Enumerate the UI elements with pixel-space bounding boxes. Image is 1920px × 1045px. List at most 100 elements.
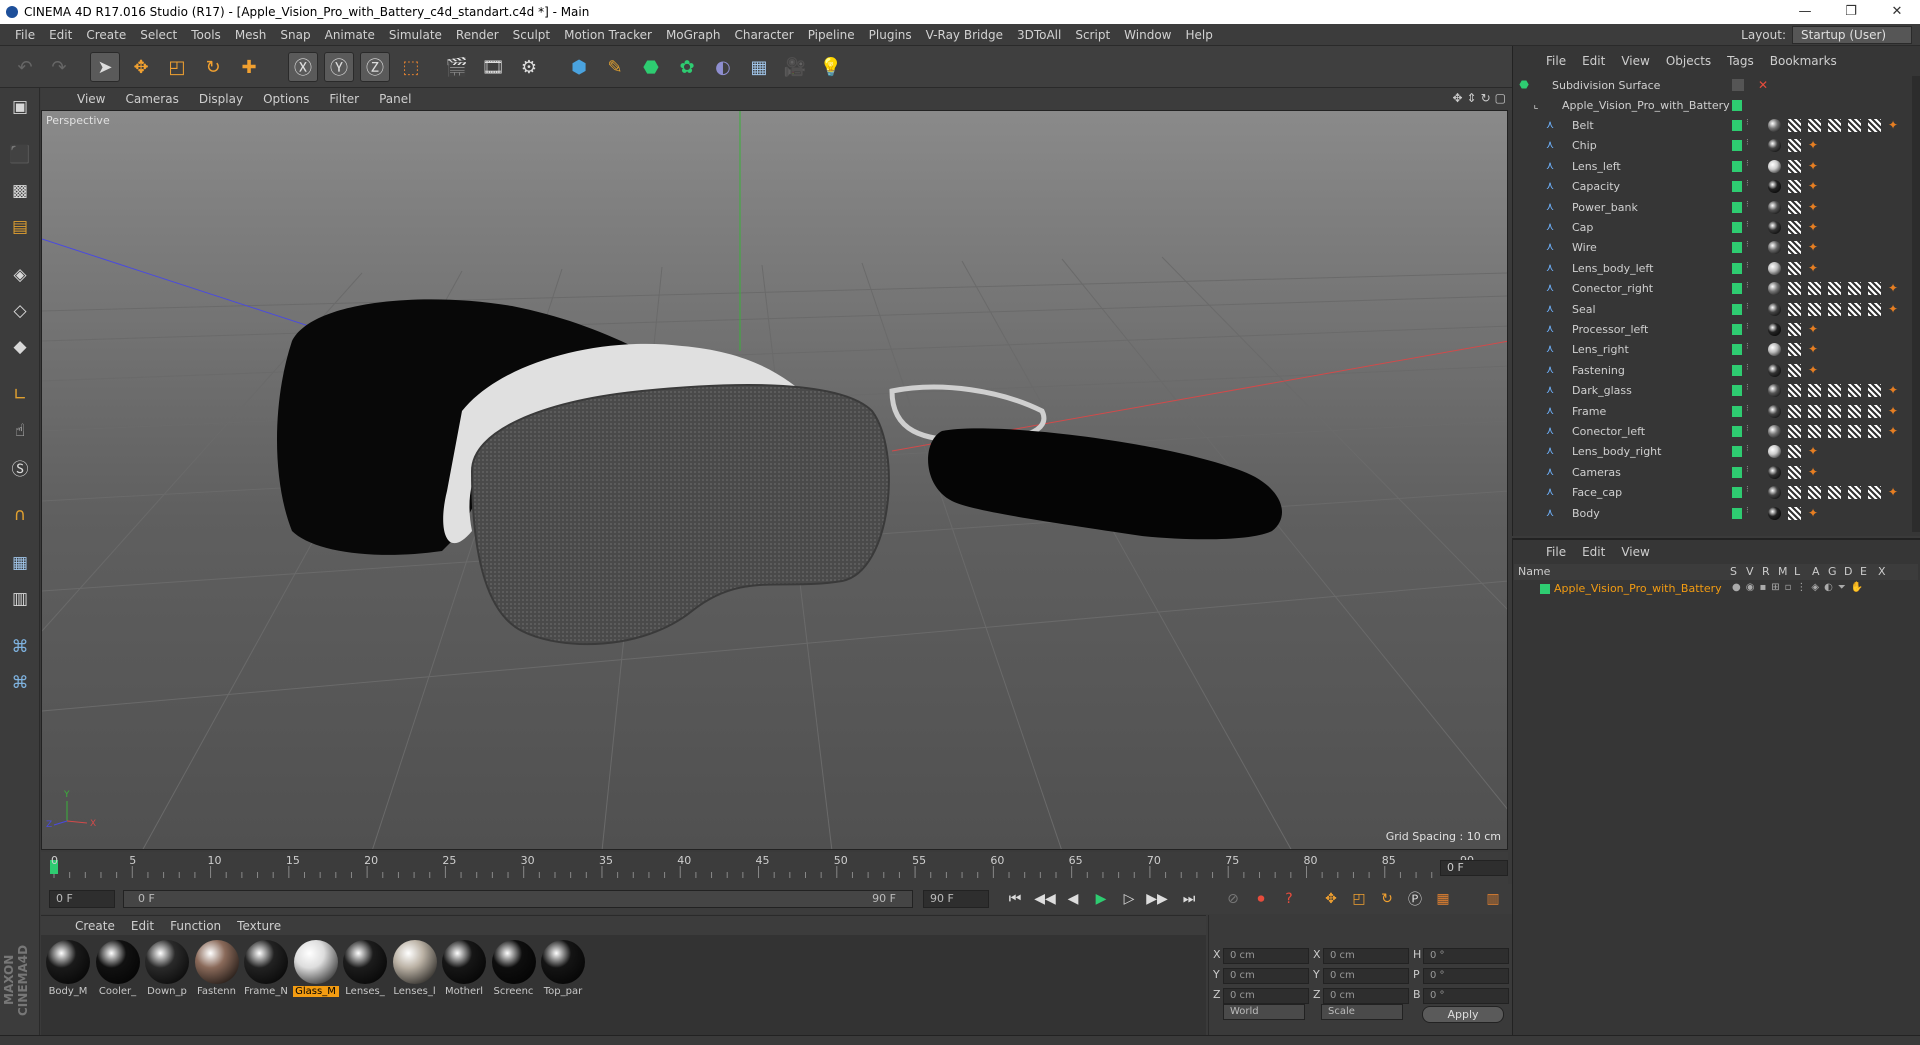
object-row[interactable]: ⋏ Fastening ⁝ ✦ [1514, 361, 1914, 381]
visibility-toggle[interactable] [1732, 303, 1742, 315]
texture-tag-icon[interactable] [1788, 221, 1801, 234]
material-tag-icon[interactable] [1768, 261, 1781, 275]
camera-icon[interactable]: 🎥 [780, 52, 810, 82]
render-visibility-dots[interactable]: ⁝ [1746, 179, 1749, 189]
perspective-viewport[interactable]: Y X Z Perspective Grid Spacing : 10 cm [41, 110, 1508, 850]
object-row[interactable]: ⋏ Conector_right ⁝ ✦ [1514, 279, 1914, 299]
render-visibility-dots[interactable]: ⁝ [1746, 220, 1749, 230]
viewport-menu-view[interactable]: View [67, 92, 115, 106]
menu-pipeline[interactable]: Pipeline [801, 28, 862, 42]
phong-tag-icon[interactable]: ✦ [1808, 363, 1821, 377]
object-row[interactable]: ⋏ Body ⁝ ✦ [1514, 504, 1914, 524]
phong-tag-icon[interactable]: ✦ [1808, 343, 1821, 356]
material-tag-icon[interactable] [1768, 343, 1781, 357]
phong-tag-icon[interactable]: ✦ [1808, 180, 1821, 193]
menu-mesh[interactable]: Mesh [228, 28, 274, 42]
visibility-toggle[interactable] [1732, 160, 1742, 172]
render-visibility-dots[interactable]: ⁝ [1746, 404, 1749, 414]
object-row[interactable]: ⋏ Chip ⁝ ✦ [1514, 136, 1914, 156]
object-menu-edit[interactable]: Edit [1574, 54, 1613, 68]
texture-tag-icon[interactable] [1788, 200, 1801, 214]
object-row[interactable]: ⋏ Capacity ⁝ ✦ [1514, 177, 1914, 197]
current-frame-field[interactable]: 0 F [1440, 860, 1508, 876]
layout-dropdown[interactable]: Startup (User) [1792, 26, 1912, 44]
maximize-view-icon[interactable]: ▢ [1495, 91, 1506, 105]
polygons-mode-icon[interactable]: ◆ [4, 332, 36, 362]
menu-file[interactable]: File [8, 28, 42, 42]
layer-menu-view[interactable]: View [1613, 545, 1657, 559]
visibility-toggle[interactable] [1732, 262, 1742, 274]
light-icon[interactable]: 💡 [816, 52, 846, 82]
material-tag-icon[interactable] [1768, 486, 1781, 500]
cube-primitive-icon[interactable]: ⬢ [564, 52, 594, 82]
select-tool-icon[interactable]: ➤ [90, 52, 120, 82]
phong-tag-icon[interactable]: ✦ [1888, 404, 1901, 418]
render-visibility-dots[interactable]: ⁝ [1746, 383, 1749, 393]
material-item[interactable]: Motherl [441, 940, 487, 997]
size-field[interactable]: 0 cm [1323, 968, 1409, 984]
model-mode-icon[interactable]: ⬛ [4, 140, 36, 170]
layer-row[interactable]: Apple_Vision_Pro_with_Battery ●◉▪⊞▫⋮◈◐⏷✋ [1514, 580, 1918, 598]
object-row[interactable]: ⋏ Cap ⁝ ✦ [1514, 218, 1914, 238]
menu-help[interactable]: Help [1178, 28, 1219, 42]
material-item[interactable]: Lenses_ [342, 940, 388, 997]
rotation-field[interactable]: 0 ° [1423, 988, 1509, 1004]
texture-tag-icon[interactable] [1828, 425, 1841, 438]
texture-tag-icon[interactable] [1868, 384, 1881, 398]
render-visibility-dots[interactable]: ⁝ [1746, 342, 1749, 352]
material-tag-icon[interactable] [1768, 159, 1781, 173]
object-row-group[interactable]: ⌞ Apple_Vision_Pro_with_Battery [1514, 96, 1914, 116]
texture-tag-icon[interactable] [1848, 486, 1861, 500]
texture-tag-icon[interactable] [1788, 425, 1801, 438]
render-visibility-dots[interactable]: ⁝ [1746, 261, 1749, 271]
go-to-end-icon[interactable]: ⏭ [1177, 888, 1201, 910]
visibility-toggle[interactable] [1732, 507, 1742, 519]
render-visibility-dots[interactable]: ⁝ [1746, 240, 1749, 250]
texture-tag-icon[interactable] [1788, 261, 1801, 275]
material-item[interactable]: Cooler_ [95, 940, 141, 997]
object-row[interactable]: ⋏ Processor_left ⁝ ✦ [1514, 320, 1914, 340]
rotate-tool-icon[interactable]: ↻ [198, 52, 228, 82]
phong-tag-icon[interactable]: ✦ [1808, 465, 1821, 479]
layer-flag-icons[interactable]: ●◉▪⊞▫⋮◈◐⏷✋ [1732, 582, 1868, 593]
render-settings-icon[interactable]: ⚙ [514, 52, 544, 82]
autokeying-icon[interactable]: ? [1277, 888, 1301, 910]
menu-render[interactable]: Render [449, 28, 506, 42]
spline-pen-icon[interactable]: ✎ [600, 52, 630, 82]
render-visibility-dots[interactable]: ⁝ [1746, 424, 1749, 434]
material-menu-function[interactable]: Function [162, 919, 229, 933]
phong-tag-icon[interactable]: ✦ [1888, 425, 1901, 438]
render-visibility-dots[interactable]: ⁝ [1746, 200, 1749, 210]
key-rotation-icon[interactable]: ↻ [1375, 888, 1399, 910]
visibility-toggle[interactable] [1732, 385, 1742, 397]
snapping-icon[interactable]: Ⓢ [4, 452, 36, 482]
menu-character[interactable]: Character [727, 28, 800, 42]
object-row[interactable]: ⋏ Power_bank ⁝ ✦ [1514, 198, 1914, 218]
workplane-mode-icon[interactable]: ▤ [4, 212, 36, 242]
viewport-menu-display[interactable]: Display [189, 92, 253, 106]
menu-simulate[interactable]: Simulate [382, 28, 449, 42]
material-item[interactable]: Glass_M [292, 940, 339, 997]
texture-tag-icon[interactable] [1788, 343, 1801, 357]
edges-mode-icon[interactable]: ◇ [4, 296, 36, 326]
texture-tag-icon[interactable] [1868, 302, 1881, 316]
texture-tag-icon[interactable] [1808, 282, 1821, 296]
layer-menu-file[interactable]: File [1538, 545, 1574, 559]
disabled-x-icon[interactable]: ✕ [1758, 78, 1768, 92]
texture-tag-icon[interactable] [1868, 404, 1881, 418]
go-to-start-icon[interactable]: ⏮ [1003, 888, 1027, 910]
texture-tag-icon[interactable] [1788, 363, 1801, 377]
menu-script[interactable]: Script [1068, 28, 1117, 42]
cloner-icon[interactable]: ✿ [672, 52, 702, 82]
undo-icon[interactable]: ↶ [10, 52, 40, 82]
phong-tag-icon[interactable]: ✦ [1808, 261, 1821, 275]
phong-tag-icon[interactable]: ✦ [1808, 323, 1821, 336]
render-visibility-dots[interactable]: ⁝ [1746, 322, 1749, 332]
live-select-icon[interactable]: ✚ [234, 52, 264, 82]
position-field[interactable]: 0 cm [1223, 948, 1309, 964]
phong-tag-icon[interactable]: ✦ [1888, 486, 1901, 499]
position-field[interactable]: 0 cm [1223, 968, 1309, 984]
orbit-icon[interactable]: ↻ [1481, 91, 1491, 105]
material-item[interactable]: Body_M [45, 940, 91, 997]
material-tag-icon[interactable] [1768, 200, 1781, 214]
